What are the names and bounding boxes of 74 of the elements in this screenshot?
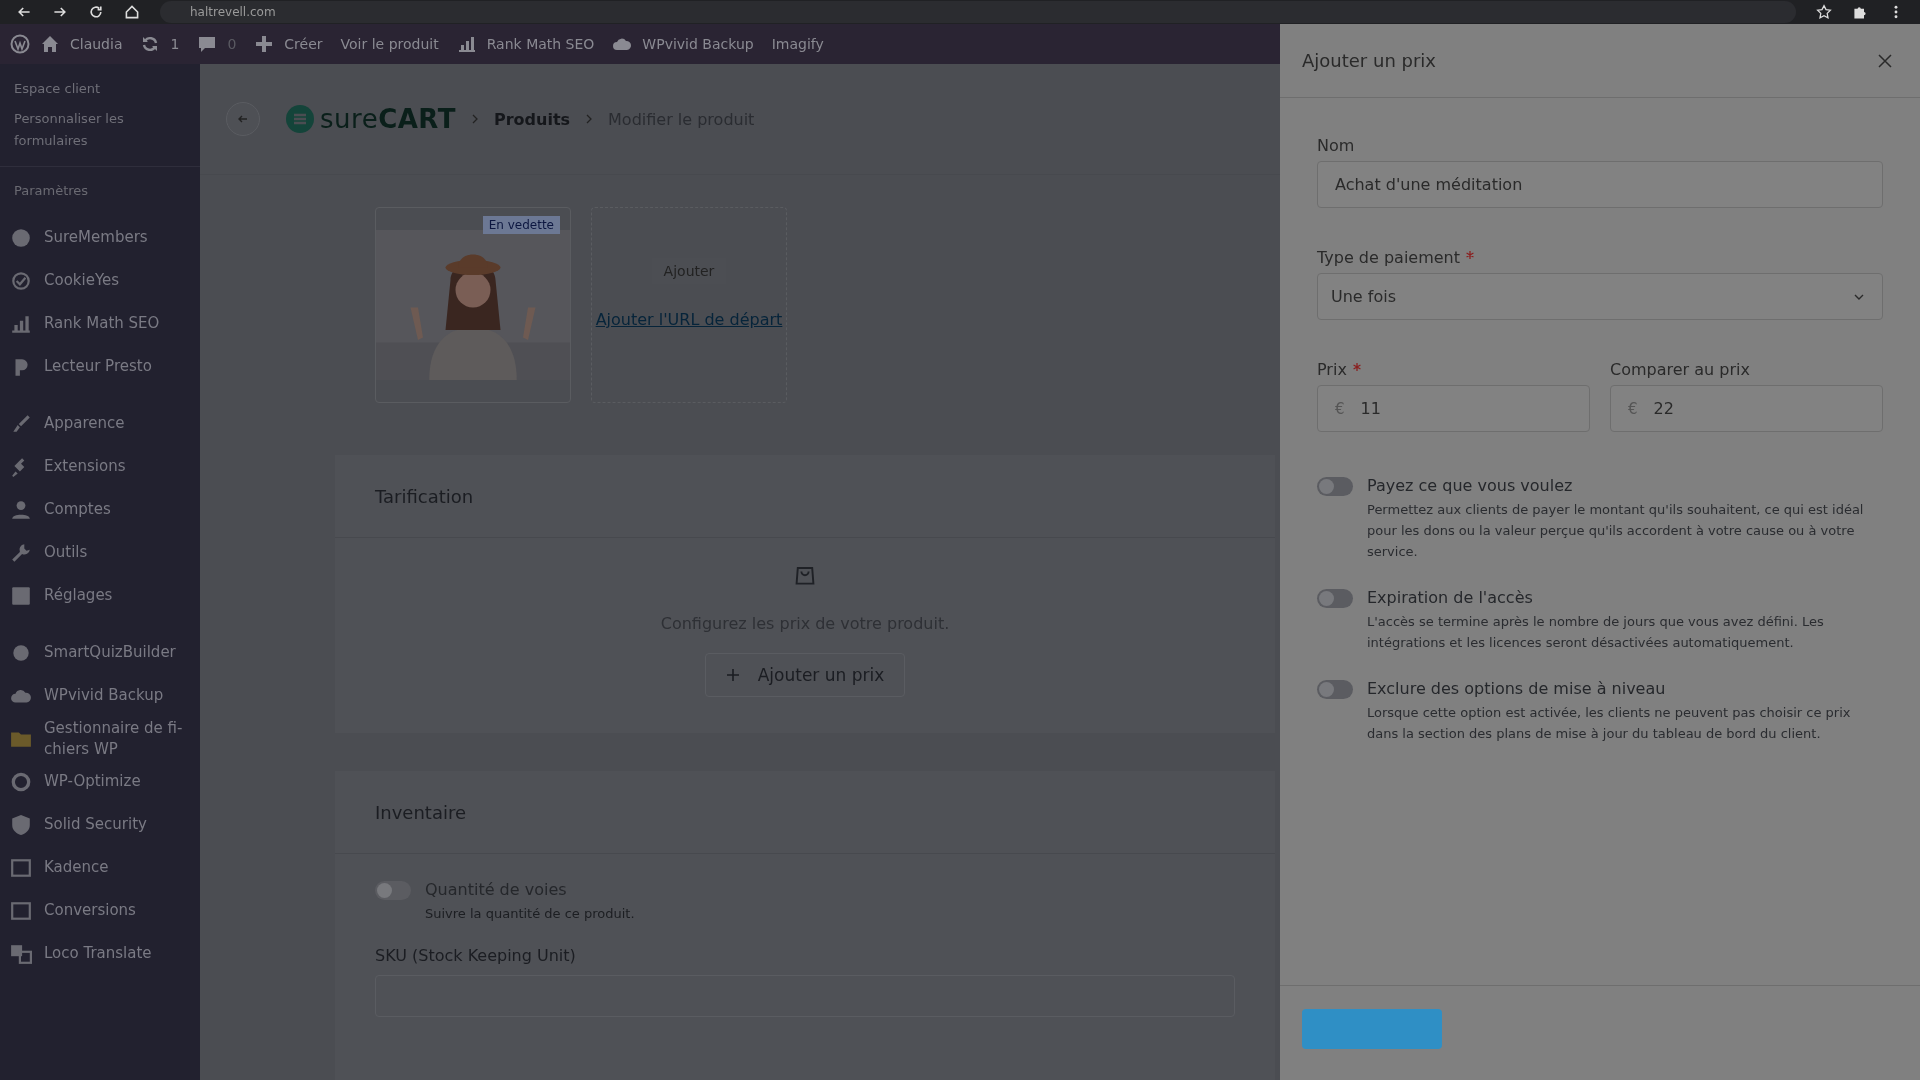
menu-item[interactable]: Paramètres xyxy=(0,179,200,216)
star-icon[interactable] xyxy=(1816,4,1832,20)
update-count[interactable]: 1 xyxy=(170,36,180,52)
field-label: Type de paiement xyxy=(1317,248,1460,267)
box-icon[interactable] xyxy=(10,899,32,922)
comment-icon[interactable] xyxy=(197,34,218,54)
image-thumbnail[interactable]: En vedette xyxy=(375,207,571,403)
price-input[interactable]: € 22 xyxy=(1610,385,1883,432)
toggle-label: Expiration de l'accès xyxy=(1367,588,1534,607)
toggle-switch[interactable] xyxy=(1317,477,1353,496)
menu-item[interactable]: Apparence xyxy=(44,413,125,434)
admin-bar-link[interactable]: Créer xyxy=(284,36,323,52)
toggle-switch[interactable] xyxy=(375,881,411,900)
disc-icon[interactable] xyxy=(10,226,32,249)
menu-item[interactable]: Rank Math SEO xyxy=(44,313,160,334)
submenu-link[interactable]: Personnaliser les formulaires xyxy=(0,104,200,156)
back-arrow-icon xyxy=(237,113,249,125)
menu-item[interactable]: CookieYes xyxy=(44,270,120,291)
menu-item[interactable]: Solid Security xyxy=(44,814,147,835)
name-input[interactable]: Achat d'une méditation xyxy=(1317,161,1883,208)
logo-icon xyxy=(286,105,314,133)
brush-icon[interactable] xyxy=(10,412,32,435)
admin-bar-link[interactable]: Rank Math SEO xyxy=(486,36,595,52)
breadcrumb-link[interactable]: Produits xyxy=(493,109,571,129)
menu-item[interactable]: WPvivid Backup xyxy=(44,685,164,706)
field-label: Comparer au prix xyxy=(1610,360,1750,379)
menu-item[interactable]: Extensions xyxy=(44,456,126,477)
ring-icon[interactable] xyxy=(10,770,32,793)
menu-item[interactable]: Outils xyxy=(44,542,88,563)
menu-item[interactable]: SureMembers xyxy=(44,227,148,248)
toggle-description: L'accès se termine après le nombre de jours que vous avez défini. Les intégrations et les licences seront désactivées automatiquement. xyxy=(1367,613,1825,652)
toggle-label: Exclure des options de mise à niveau xyxy=(1367,679,1667,698)
payment-type-select[interactable]: Une fois xyxy=(1317,273,1883,320)
check-icon[interactable] xyxy=(10,269,32,292)
menu-item[interactable]: Gestionnaire de fi-chiers WP xyxy=(44,717,190,760)
menu-item[interactable]: SmartQuizBuilder xyxy=(44,642,176,663)
wrench-icon[interactable] xyxy=(10,541,32,564)
drawer-title: Ajouter un prix xyxy=(1302,50,1436,71)
price-input[interactable]: € 11 xyxy=(1317,385,1590,432)
menu-item[interactable]: Lecteur Presto xyxy=(44,356,152,377)
admin-bar-link[interactable]: Voir le produit xyxy=(340,36,439,52)
toggle-description: Lorsque cette option est activée, les clients ne peuvent pas choisir ce prix dans la section des plans de mise à jour du tableau de bord du client. xyxy=(1367,704,1852,743)
field-label: Nom xyxy=(1317,136,1356,155)
menu-item[interactable]: Comptes xyxy=(44,499,111,520)
shield-icon[interactable] xyxy=(10,813,32,836)
address-bar[interactable]: haltrevell.com xyxy=(160,1,1796,23)
box-icon[interactable] xyxy=(10,856,32,879)
wordpress-logo-icon[interactable] xyxy=(10,34,30,54)
admin-bar-link[interactable]: Imagify xyxy=(771,36,824,52)
menu-item[interactable]: Conversions xyxy=(44,900,136,921)
toggle-label: Payez ce que vous voulez xyxy=(1367,476,1574,495)
field-label: Prix xyxy=(1317,360,1347,379)
toggle-description: Permettez aux clients de payer le montant qu'ils souhaitent, ce qui est idéal pour les dons ou la valeur perçue qu'ils accordent à votre cause ou à votre service. xyxy=(1367,501,1865,561)
person-icon[interactable] xyxy=(10,498,32,521)
menu-item[interactable]: Loco Translate xyxy=(44,943,152,964)
submenu-link[interactable]: Espace client xyxy=(0,74,200,104)
plus-icon[interactable] xyxy=(254,34,275,54)
puzzle-icon[interactable] xyxy=(1852,4,1868,20)
logo-text: sureCART xyxy=(320,104,456,134)
menu-item[interactable]: Kadence xyxy=(44,857,109,878)
home-icon[interactable] xyxy=(124,4,140,20)
translate-icon[interactable] xyxy=(10,942,32,965)
menu-item[interactable]: WP-Optimize xyxy=(44,771,141,792)
close-icon[interactable] xyxy=(1878,53,1892,68)
toggle-switch[interactable] xyxy=(1317,680,1353,699)
reload-icon[interactable] xyxy=(88,4,104,20)
menu-item[interactable]: Réglages xyxy=(44,585,113,606)
chart-icon[interactable] xyxy=(456,34,477,54)
plus-icon xyxy=(725,668,740,682)
toggle-switch[interactable] xyxy=(1317,589,1353,608)
back-button[interactable] xyxy=(226,102,260,136)
site-name-link[interactable]: Claudia xyxy=(70,36,123,52)
featured-badge: En vedette xyxy=(482,216,560,234)
admin-bar-link[interactable]: WPvivid Backup xyxy=(642,36,754,52)
